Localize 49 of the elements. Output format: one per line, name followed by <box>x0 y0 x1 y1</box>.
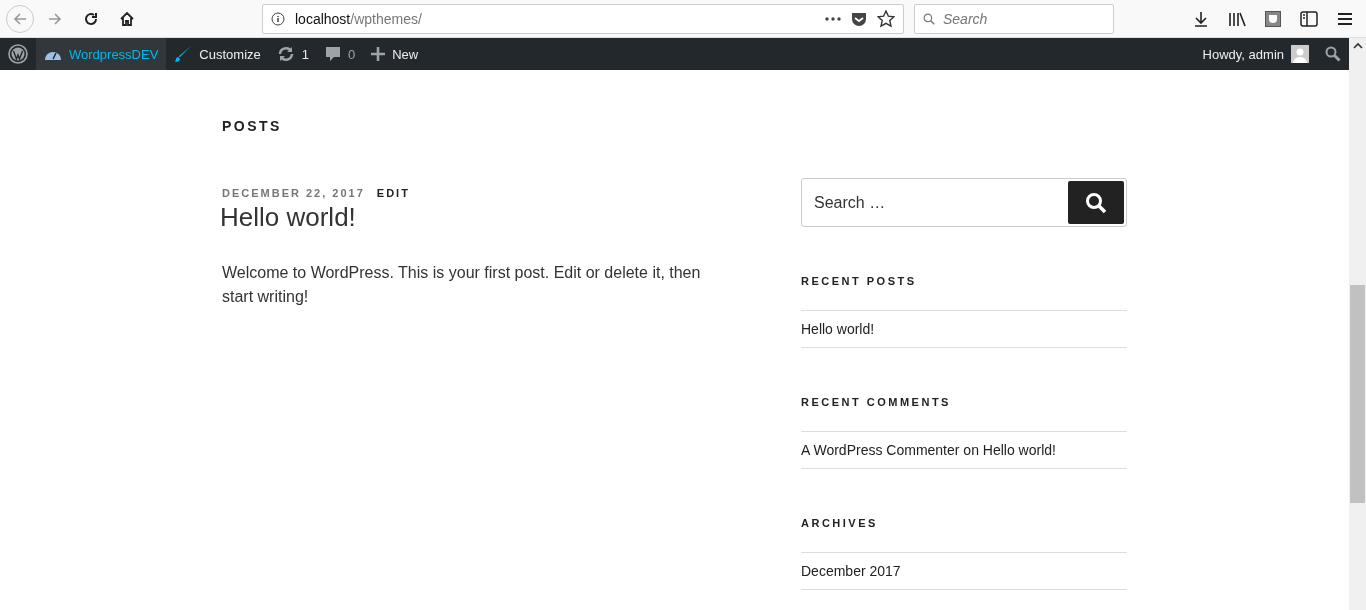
search-button[interactable] <box>1068 181 1124 224</box>
download-icon <box>1193 10 1209 27</box>
widget-title: RECENT COMMENTS <box>801 396 952 408</box>
widget-link[interactable]: December 2017 <box>801 563 901 579</box>
scrollbar[interactable] <box>1349 38 1366 610</box>
post-title[interactable]: Hello world! <box>220 202 727 233</box>
search-icon <box>1325 46 1341 62</box>
brush-icon <box>174 45 193 63</box>
widget-title: ARCHIVES <box>801 517 879 529</box>
avatar-icon <box>1291 45 1309 63</box>
widget-link[interactable]: Hello world! <box>801 321 875 337</box>
customize-link[interactable]: Customize <box>166 38 269 70</box>
account-link[interactable]: Howdy, admin <box>1194 38 1317 70</box>
comments-link[interactable]: 0 <box>317 38 364 70</box>
shield-icon <box>1265 10 1281 27</box>
new-link[interactable]: New <box>363 38 427 70</box>
comment-post-link[interactable]: Hello world! <box>982 442 1056 458</box>
sidebar-icon <box>1300 10 1318 27</box>
info-icon <box>271 11 285 26</box>
widget-title: RECENT POSTS <box>801 275 918 287</box>
plus-icon <box>371 47 386 61</box>
edit-link[interactable]: EDIT <box>376 187 410 199</box>
scroll-up-icon <box>1352 42 1363 50</box>
more-icon[interactable] <box>825 16 841 21</box>
comment-author-link[interactable]: A WordPress Commenter <box>801 442 960 458</box>
updates-link[interactable]: 1 <box>268 38 317 70</box>
browser-search-field[interactable]: Search <box>941 9 1105 28</box>
pocket-icon[interactable] <box>851 10 867 27</box>
scrollbar-thumb[interactable] <box>1350 285 1365 503</box>
home-icon <box>119 10 135 27</box>
reload-icon <box>83 10 99 27</box>
url-text: localhost/wpthemes/ <box>295 10 422 27</box>
speech-bubble-icon <box>325 46 341 62</box>
recent-comment: A WordPress Commenter on Hello world! <box>801 432 1127 469</box>
wordpress-logo-icon <box>8 44 28 64</box>
back-arrow-icon <box>12 10 28 27</box>
post-date-link[interactable]: DECEMBER 22, 2017 <box>222 187 365 199</box>
star-icon[interactable] <box>877 9 895 28</box>
post-content: Welcome to WordPress. This is your first post. Edit or delete it, then start writing! <box>222 263 702 307</box>
library-icon <box>1228 10 1246 27</box>
search-icon <box>1085 191 1107 214</box>
site-name-link[interactable]: WordpressDEV <box>36 38 167 70</box>
page-title: POSTS <box>222 118 283 134</box>
refresh-icon <box>276 45 295 63</box>
menu-icon <box>1337 11 1353 26</box>
address-bar[interactable]: localhost/wpthemes/ <box>262 3 904 34</box>
forward-arrow-icon <box>47 10 63 27</box>
browser-search-box[interactable]: Search <box>914 3 1114 34</box>
search-form[interactable]: Search … <box>801 178 1127 227</box>
